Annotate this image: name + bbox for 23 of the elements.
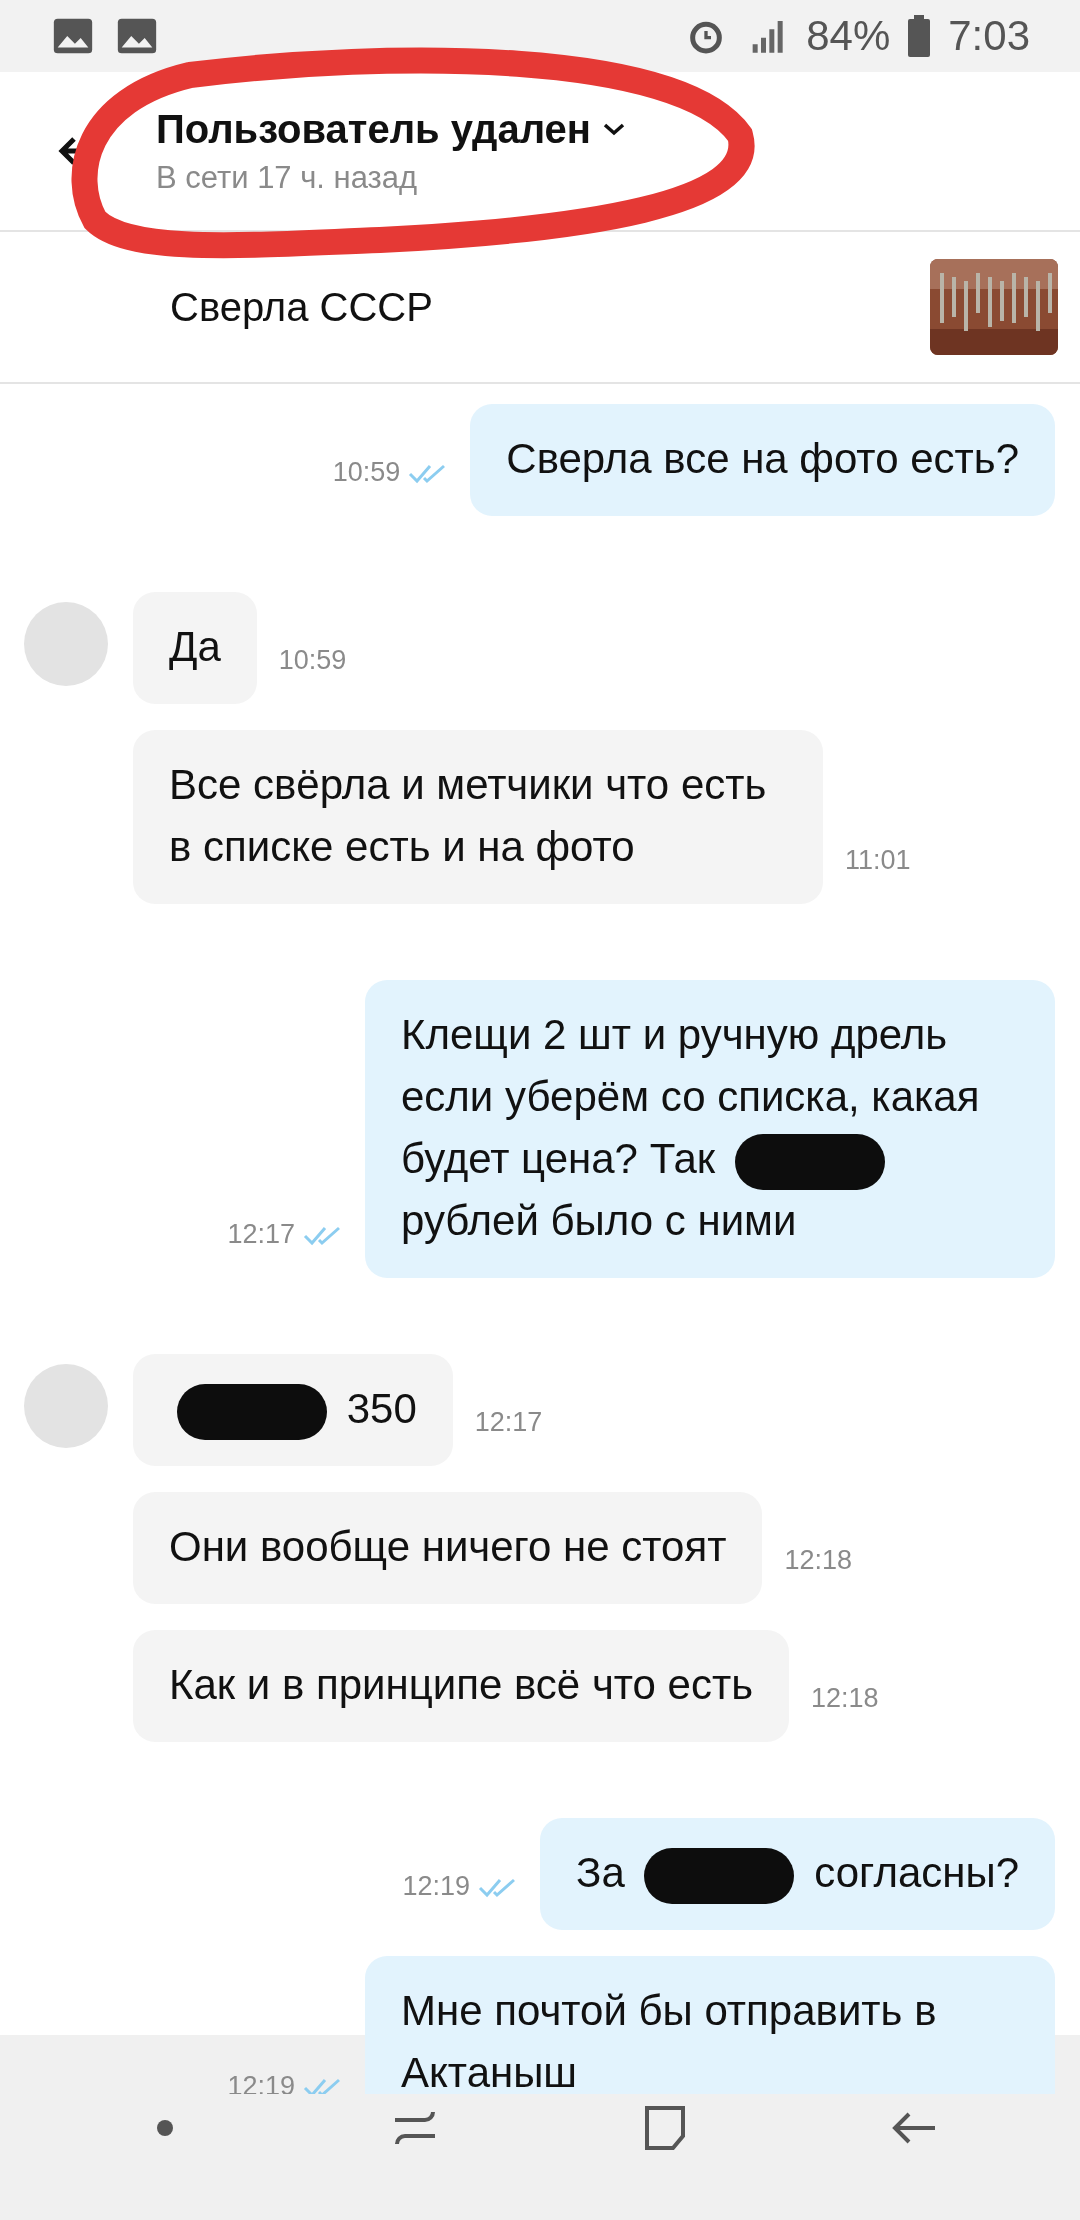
message-time: 12:19 [402, 1871, 471, 1902]
message-bubble: Как и в принципе всё что есть [133, 1630, 790, 1742]
message-bubble: Мне почтой бы отправить в Актаныш [365, 1956, 1055, 2094]
message-bubble: Да [133, 592, 257, 704]
message-time: 10:59 [278, 645, 347, 676]
battery-percent: 84% [806, 12, 891, 60]
message-time: 11:01 [845, 845, 911, 876]
message-time: 12:17 [227, 1219, 295, 1250]
message-time: 12:18 [784, 1545, 852, 1576]
message-time: 12:18 [811, 1683, 879, 1714]
message-bubble: Сверла все на фото есть? [470, 404, 1055, 516]
clock: 7:03 [948, 12, 1030, 60]
message-time: 10:59 [332, 457, 401, 488]
message-bubble: За согласны? [540, 1818, 1055, 1930]
battery-icon [908, 15, 931, 57]
message-bubble: Они вообще ничего не стоят [133, 1492, 763, 1604]
listing-title[interactable]: Сверла СССР [170, 284, 930, 330]
message-time: 12:17 [474, 1407, 543, 1438]
last-seen: В сети 17 ч. назад [156, 159, 419, 196]
message-bubble: Клещи 2 шт и ручную дрель если уберём со списка, какая будет цена? Так рублей было с ними [365, 980, 1055, 1278]
message-bubble: 350 [133, 1354, 453, 1466]
message-bubble: Все свёрла и метчики что есть в списке есть и на фото [133, 730, 823, 904]
contact-name[interactable]: Пользователь удален [156, 106, 591, 152]
